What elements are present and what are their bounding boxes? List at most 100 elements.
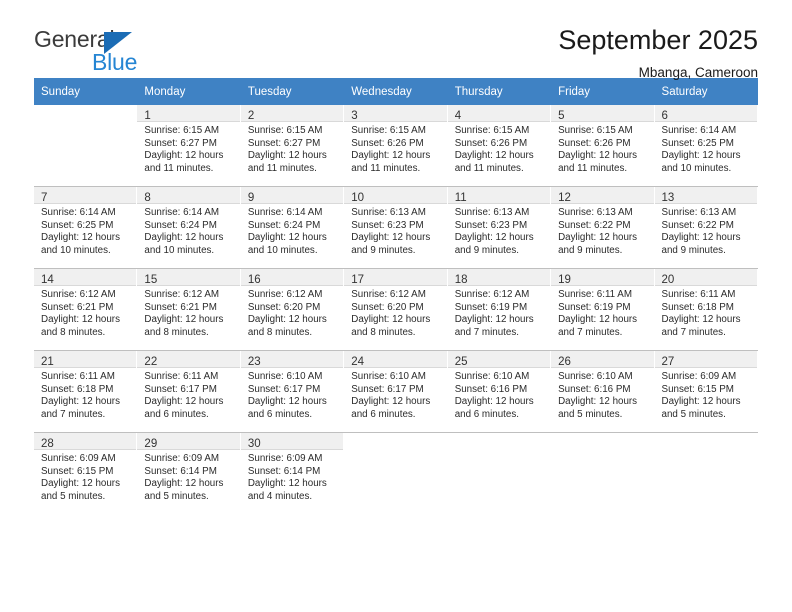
calendar-day-cell[interactable]: 2 Sunrise: 6:15 AM Sunset: 6:27 PM Daylight… (240, 105, 345, 186)
day-number-bar: 28 (34, 433, 137, 450)
day-number: 17 (351, 274, 365, 286)
daylight-duration-line1: Daylight: 12 hours (351, 232, 431, 244)
sunset-time: Sunset: 6:24 PM (144, 219, 217, 231)
calendar-day-cell[interactable]: 4 Sunrise: 6:15 AM Sunset: 6:26 PM Daylight… (447, 105, 552, 186)
day-details: Sunrise: 6:15 AM Sunset: 6:26 PM Daylight:… (551, 122, 653, 175)
calendar-day-cell[interactable]: 9 Sunrise: 6:14 AM Sunset: 6:24 PM Daylight… (240, 187, 345, 268)
sunset-time: Sunset: 6:26 PM (454, 137, 528, 149)
calendar-day-cell[interactable]: 11 Sunrise: 6:13 AM Sunset: 6:23 PM Dayligh… (447, 187, 552, 268)
daylight-duration-line2: and 5 minutes. (558, 408, 623, 420)
day-number: 1 (144, 110, 151, 122)
day-number-bar: 11 (447, 187, 551, 204)
day-cell-inner: 5 Sunrise: 6:15 AM Sunset: 6:26 PM Daylight… (551, 105, 655, 186)
weekday-header-monday: Monday (137, 78, 241, 105)
calendar-day-cell[interactable]: 30 Sunrise: 6:09 AM Sunset: 6:14 PM Dayligh… (240, 433, 345, 514)
weekday-header-sunday: Sunday (34, 78, 138, 105)
page-header: General Blue September 2025 Mbanga, Came… (34, 0, 758, 79)
calendar-day-cell[interactable]: 6 Sunrise: 6:14 AM Sunset: 6:25 PM Daylight… (654, 105, 758, 186)
calendar-day-cell[interactable]: 23 Sunrise: 6:10 AM Sunset: 6:17 PM Dayligh… (240, 351, 345, 432)
calendar-day-cell[interactable]: 22 Sunrise: 6:11 AM Sunset: 6:17 PM Dayligh… (137, 351, 241, 432)
day-cell-inner: 28 Sunrise: 6:09 AM Sunset: 6:15 PM Dayligh… (34, 433, 138, 514)
day-cell-inner: 3 Sunrise: 6:15 AM Sunset: 6:26 PM Daylight… (344, 105, 448, 186)
day-number: 21 (41, 356, 54, 368)
generalblue-logo[interactable]: General Blue (34, 26, 164, 78)
calendar-day-cell[interactable]: 7 Sunrise: 6:14 AM Sunset: 6:25 PM Daylight… (34, 187, 138, 268)
day-details: Sunrise: 6:13 AM Sunset: 6:23 PM Daylight:… (344, 204, 446, 257)
daylight-duration-line1: Daylight: 12 hours (558, 150, 638, 162)
calendar-day-cell[interactable]: 19 Sunrise: 6:11 AM Sunset: 6:19 PM Dayligh… (551, 269, 655, 350)
calendar-day-cell[interactable]: 28 Sunrise: 6:09 AM Sunset: 6:15 PM Dayligh… (34, 433, 138, 514)
daylight-duration-line2: and 9 minutes. (351, 244, 416, 256)
day-number: 14 (41, 274, 54, 286)
day-cell-inner: 16 Sunrise: 6:12 AM Sunset: 6:20 PM Dayligh… (240, 269, 345, 350)
calendar-day-cell[interactable]: 13 Sunrise: 6:13 AM Sunset: 6:22 PM Dayligh… (654, 187, 758, 268)
daylight-duration-line2: and 7 minutes. (558, 326, 623, 338)
daylight-duration-line2: and 8 minutes. (144, 326, 209, 338)
sunrise-time: Sunrise: 6:10 AM (351, 371, 426, 382)
daylight-duration-line2: and 7 minutes. (454, 326, 519, 338)
sunrise-time: Sunrise: 6:11 AM (558, 289, 632, 300)
day-details: Sunrise: 6:11 AM Sunset: 6:18 PM Daylight:… (34, 368, 136, 421)
calendar-day-cell[interactable]: 25 Sunrise: 6:10 AM Sunset: 6:16 PM Dayligh… (447, 351, 552, 432)
day-details: Sunrise: 6:13 AM Sunset: 6:23 PM Daylight:… (448, 204, 550, 257)
sunrise-time: Sunrise: 6:15 AM (454, 125, 530, 136)
calendar-day-cell[interactable]: 26 Sunrise: 6:10 AM Sunset: 6:16 PM Dayligh… (551, 351, 655, 432)
calendar-day-cell (344, 433, 448, 514)
calendar-day-cell[interactable]: 16 Sunrise: 6:12 AM Sunset: 6:20 PM Dayligh… (240, 269, 345, 350)
weekday-header-saturday: Saturday (654, 78, 758, 105)
day-number-bar: 5 (551, 105, 654, 122)
daylight-duration-line2: and 4 minutes. (247, 490, 313, 502)
calendar-day-cell[interactable]: 15 Sunrise: 6:12 AM Sunset: 6:21 PM Dayligh… (137, 269, 241, 350)
day-details: Sunrise: 6:12 AM Sunset: 6:19 PM Daylight:… (448, 286, 550, 339)
sunrise-time: Sunrise: 6:14 AM (661, 125, 737, 136)
day-number-bar: 16 (240, 269, 344, 286)
day-number-bar: 29 (137, 433, 240, 450)
daylight-duration-line2: and 8 minutes. (351, 326, 416, 338)
calendar-day-cell[interactable]: 27 Sunrise: 6:09 AM Sunset: 6:15 PM Dayligh… (654, 351, 758, 432)
day-details: Sunrise: 6:11 AM Sunset: 6:18 PM Daylight:… (655, 286, 757, 339)
day-cell-inner (34, 105, 138, 186)
day-details: Sunrise: 6:13 AM Sunset: 6:22 PM Daylight:… (551, 204, 653, 257)
day-cell-inner: 26 Sunrise: 6:10 AM Sunset: 6:16 PM Dayligh… (551, 351, 655, 432)
sunset-time: Sunset: 6:19 PM (454, 301, 528, 313)
calendar-day-cell[interactable]: 20 Sunrise: 6:11 AM Sunset: 6:18 PM Dayligh… (654, 269, 758, 350)
day-cell-inner: 12 Sunrise: 6:13 AM Sunset: 6:22 PM Dayligh… (551, 187, 655, 268)
calendar-day-cell[interactable]: 14 Sunrise: 6:12 AM Sunset: 6:21 PM Dayligh… (34, 269, 138, 350)
logo-text-blue: Blue (92, 49, 138, 75)
daylight-duration-line1: Daylight: 12 hours (558, 232, 638, 244)
day-cell-inner: 14 Sunrise: 6:12 AM Sunset: 6:21 PM Dayligh… (34, 269, 138, 350)
page-title: September 2025 (558, 25, 758, 55)
day-details: Sunrise: 6:12 AM Sunset: 6:20 PM Daylight:… (344, 286, 446, 339)
day-number: 25 (454, 356, 468, 368)
sunset-time: Sunset: 6:26 PM (351, 137, 424, 149)
sunset-time: Sunset: 6:14 PM (144, 465, 217, 477)
daylight-duration-line1: Daylight: 12 hours (144, 314, 224, 326)
day-number: 2 (247, 110, 255, 122)
calendar-day-cell[interactable]: 24 Sunrise: 6:10 AM Sunset: 6:17 PM Dayligh… (344, 351, 448, 432)
daylight-duration-line1: Daylight: 12 hours (41, 232, 120, 244)
calendar-day-cell[interactable]: 21 Sunrise: 6:11 AM Sunset: 6:18 PM Dayligh… (34, 351, 138, 432)
day-cell-inner: 6 Sunrise: 6:14 AM Sunset: 6:25 PM Daylight… (654, 105, 758, 186)
day-number: 16 (247, 274, 261, 286)
calendar-day-cell[interactable]: 8 Sunrise: 6:14 AM Sunset: 6:24 PM Daylight… (137, 187, 241, 268)
day-number-bar: 19 (551, 269, 654, 286)
sunset-time: Sunset: 6:23 PM (351, 219, 424, 231)
calendar-day-cell[interactable]: 1 Sunrise: 6:15 AM Sunset: 6:27 PM Daylight… (137, 105, 241, 186)
daylight-duration-line1: Daylight: 12 hours (247, 478, 327, 490)
day-details: Sunrise: 6:15 AM Sunset: 6:26 PM Daylight:… (344, 122, 446, 175)
calendar-day-cell[interactable]: 17 Sunrise: 6:12 AM Sunset: 6:20 PM Dayligh… (344, 269, 448, 350)
sunrise-time: Sunrise: 6:15 AM (247, 125, 323, 136)
day-details: Sunrise: 6:14 AM Sunset: 6:25 PM Daylight:… (34, 204, 136, 257)
sunrise-time: Sunrise: 6:10 AM (247, 371, 323, 382)
calendar-day-cell[interactable]: 12 Sunrise: 6:13 AM Sunset: 6:22 PM Dayligh… (551, 187, 655, 268)
day-number-bar (344, 433, 447, 450)
calendar-day-cell (654, 433, 758, 514)
calendar-day-cell[interactable]: 18 Sunrise: 6:12 AM Sunset: 6:19 PM Dayligh… (447, 269, 552, 350)
calendar-day-cell[interactable]: 10 Sunrise: 6:13 AM Sunset: 6:23 PM Dayligh… (344, 187, 448, 268)
calendar-day-cell[interactable]: 3 Sunrise: 6:15 AM Sunset: 6:26 PM Daylight… (344, 105, 448, 186)
day-number-bar: 20 (654, 269, 757, 286)
sunrise-time: Sunrise: 6:13 AM (351, 207, 426, 218)
calendar-day-cell[interactable]: 29 Sunrise: 6:09 AM Sunset: 6:14 PM Dayligh… (137, 433, 241, 514)
calendar-day-cell[interactable]: 5 Sunrise: 6:15 AM Sunset: 6:26 PM Daylight… (551, 105, 655, 186)
day-number-bar: 13 (654, 187, 757, 204)
